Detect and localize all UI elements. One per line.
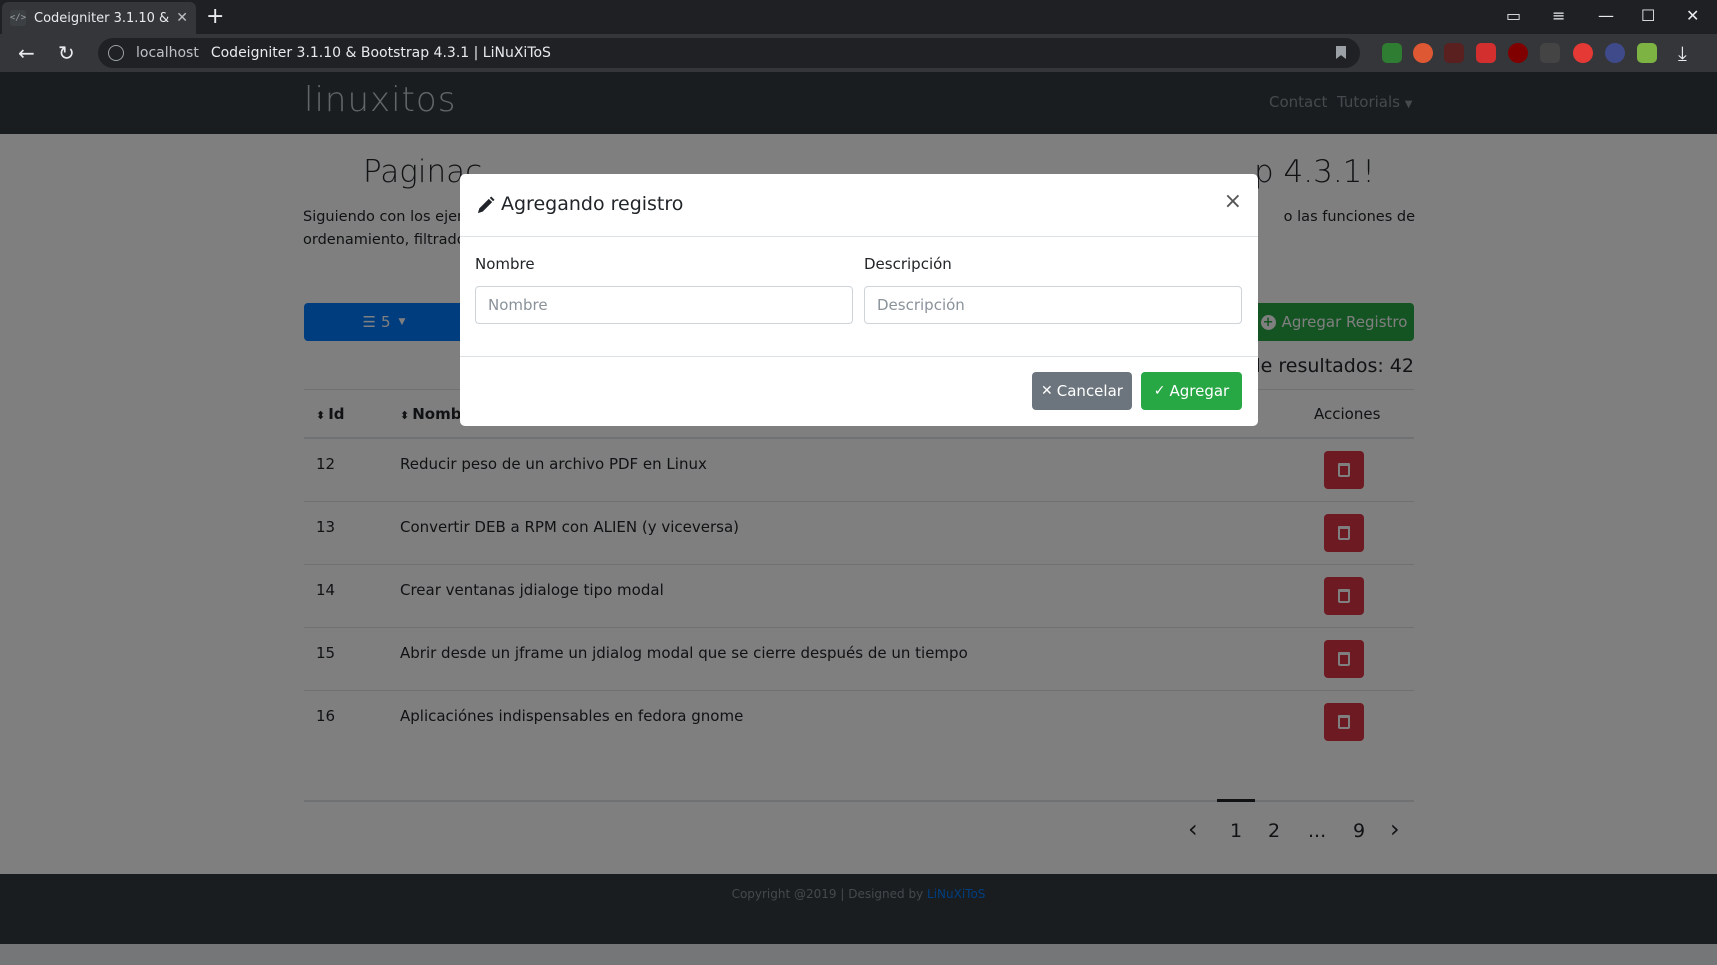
maximize-icon[interactable]: ☐ xyxy=(1641,6,1655,25)
add-record-modal: Agregando registro × Nombre Descripción … xyxy=(460,174,1258,426)
php-extension-icon[interactable] xyxy=(1605,43,1625,63)
minimize-icon[interactable]: — xyxy=(1598,6,1614,25)
add-button[interactable]: ✓ Agregar xyxy=(1141,372,1242,410)
name-label: Nombre xyxy=(475,255,535,273)
duckduckgo-extension-icon[interactable] xyxy=(1413,43,1433,63)
code-favicon-icon: </> xyxy=(10,10,26,26)
reading-list-icon[interactable]: ▭ xyxy=(1506,6,1521,25)
x-icon: ✕ xyxy=(1041,383,1053,399)
shield-extension-icon[interactable] xyxy=(1382,43,1402,63)
back-arrow-icon[interactable]: ← xyxy=(18,41,35,65)
ublock-extension-icon[interactable] xyxy=(1508,43,1528,63)
web-page: linuxitos Contact Tutorials ▼ Paginac p … xyxy=(0,72,1717,965)
tab-title: Codeigniter 3.1.10 & Boo xyxy=(34,10,170,26)
reload-icon[interactable]: ↻ xyxy=(58,41,75,65)
modal-header: Agregando registro × xyxy=(460,174,1258,237)
cancel-button[interactable]: ✕ Cancelar xyxy=(1032,372,1132,410)
globe-icon xyxy=(108,45,124,61)
description-input[interactable] xyxy=(864,286,1242,324)
check-icon: ✓ xyxy=(1153,383,1166,399)
window-close-icon[interactable]: ✕ xyxy=(1686,6,1699,25)
new-tab-icon[interactable]: + xyxy=(206,4,224,30)
add-label: Agregar xyxy=(1169,382,1230,400)
browser-toolbar: ← ↻ localhost Codeigniter 3.1.10 & Boots… xyxy=(0,34,1717,72)
cancel-label: Cancelar xyxy=(1056,382,1123,400)
modal-body: Nombre Descripción xyxy=(460,237,1258,357)
url-host: localhost xyxy=(136,45,199,61)
description-label: Descripción xyxy=(864,255,952,273)
pen-extension-icon[interactable] xyxy=(1476,43,1496,63)
bookmark-icon[interactable] xyxy=(1336,46,1346,59)
bug-extension-icon[interactable] xyxy=(1444,43,1464,63)
pencil-icon xyxy=(477,196,495,214)
tab-close-icon[interactable]: ✕ xyxy=(176,10,188,26)
gnome-extension-icon[interactable] xyxy=(1540,43,1560,63)
media-control-icon[interactable]: ≡ xyxy=(1552,6,1565,25)
modal-close-icon[interactable]: × xyxy=(1224,190,1242,214)
browser-tab-bar: </> Codeigniter 3.1.10 & Boo ✕ + ▭ ≡ — ☐… xyxy=(0,0,1717,34)
url-page-title: Codeigniter 3.1.10 & Bootstrap 4.3.1 | L… xyxy=(210,45,551,61)
browser-tab[interactable]: </> Codeigniter 3.1.10 & Boo ✕ xyxy=(2,2,196,34)
name-input[interactable] xyxy=(475,286,853,324)
modal-title: Agregando registro xyxy=(501,193,684,215)
stop-extension-icon[interactable] xyxy=(1573,43,1593,63)
download-arrow-extension-icon[interactable] xyxy=(1637,43,1657,63)
downloads-icon[interactable]: ⤓ xyxy=(1678,41,1687,65)
address-bar[interactable]: localhost Codeigniter 3.1.10 & Bootstrap… xyxy=(98,38,1360,68)
